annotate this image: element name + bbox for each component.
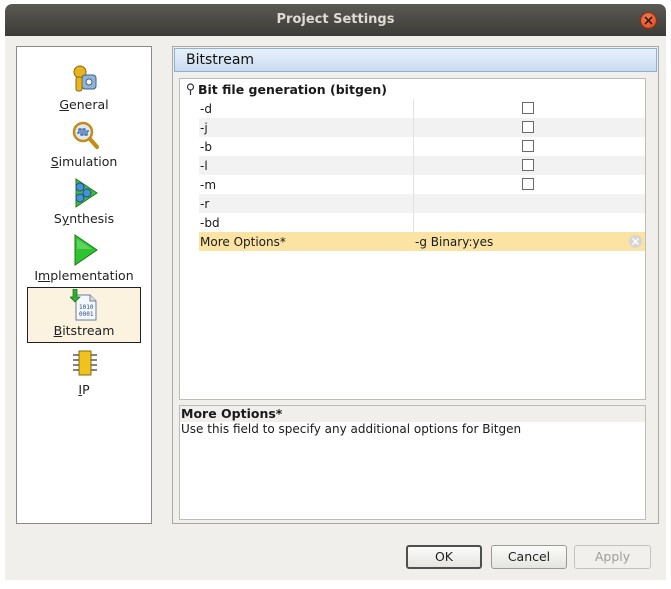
nav-label-simulation: Simulation: [50, 154, 118, 169]
nav-item-general[interactable]: General: [27, 61, 141, 117]
table-row[interactable]: -bd: [199, 213, 645, 232]
nav-item-simulation[interactable]: Simulation: [27, 118, 141, 174]
close-button[interactable]: [640, 12, 657, 29]
options-table: Bit file generation (bitgen) -d -j -b -l: [179, 78, 646, 400]
table-row: -l: [199, 156, 645, 175]
ok-button[interactable]: OK: [406, 545, 482, 569]
clear-icon: [632, 238, 639, 245]
nav-label-general: General: [59, 97, 109, 112]
option-description-panel: More Options* Use this field to specify …: [179, 405, 646, 520]
panel-header: Bitstream: [174, 48, 657, 72]
option-checkbox-l[interactable]: [522, 159, 534, 171]
binary-file-icon: 1010 0001: [70, 289, 97, 321]
table-row-selected[interactable]: More Options* -g Binary:yes: [199, 232, 645, 251]
nav-item-bitstream[interactable]: 1010 0001 Bitstream: [27, 287, 141, 343]
magnifier-waveform-icon: [72, 121, 99, 149]
nav-item-implementation[interactable]: Implementation: [27, 232, 141, 288]
settings-category-nav: General Simulation Synthesis Implementat…: [16, 46, 152, 524]
option-checkbox-d[interactable]: [522, 102, 534, 114]
nav-item-ip[interactable]: IP: [27, 346, 141, 402]
table-row: -d: [199, 99, 645, 118]
nav-label-bitstream: Bitstream: [53, 323, 115, 338]
play-arrow-icon: [74, 234, 98, 266]
option-key: -r: [200, 197, 210, 211]
clear-field-button[interactable]: [629, 235, 642, 248]
window-title: Project Settings: [276, 12, 395, 27]
option-checkbox-b[interactable]: [522, 140, 534, 152]
option-key: -b: [200, 140, 212, 154]
panel-title: Bitstream: [186, 52, 255, 68]
group-title: Bit file generation (bitgen): [198, 82, 387, 97]
option-key: More Options*: [200, 235, 286, 249]
synthesis-icon: [75, 178, 98, 208]
description-text: Use this field to specify any additional…: [181, 422, 522, 436]
svg-text:0001: 0001: [79, 311, 94, 318]
pin-icon: [186, 83, 195, 95]
option-key: -d: [200, 102, 212, 116]
nav-label-ip: IP: [78, 382, 90, 397]
description-title: More Options*: [180, 406, 645, 422]
chip-icon: [73, 350, 97, 376]
close-icon: [644, 16, 653, 25]
apply-button[interactable]: Apply: [574, 545, 651, 569]
gears-icon: [73, 65, 97, 92]
option-checkbox-j[interactable]: [522, 121, 534, 133]
svg-text:1010: 1010: [79, 304, 94, 311]
group-header-bitgen[interactable]: Bit file generation (bitgen): [180, 79, 645, 99]
cancel-button[interactable]: Cancel: [491, 545, 567, 569]
table-row: -m: [199, 175, 645, 194]
option-key: -j: [200, 121, 208, 135]
option-key: -m: [200, 178, 217, 192]
option-key: -l: [200, 159, 208, 173]
title-bar: Project Settings: [5, 4, 666, 36]
settings-content-panel: Bitstream Bit file generation (bitgen) -…: [172, 46, 659, 524]
option-checkbox-m[interactable]: [522, 178, 534, 190]
nav-label-synthesis: Synthesis: [53, 211, 115, 226]
more-options-field[interactable]: -g Binary:yes: [415, 235, 493, 249]
table-row[interactable]: -r: [199, 194, 645, 213]
nav-label-implementation: Implementation: [34, 268, 134, 283]
table-row: -b: [199, 137, 645, 156]
option-key: -bd: [200, 216, 220, 230]
table-row: -j: [199, 118, 645, 137]
project-settings-dialog: Project Settings General Simulation Synt…: [5, 4, 666, 580]
nav-item-synthesis[interactable]: Synthesis: [27, 175, 141, 231]
